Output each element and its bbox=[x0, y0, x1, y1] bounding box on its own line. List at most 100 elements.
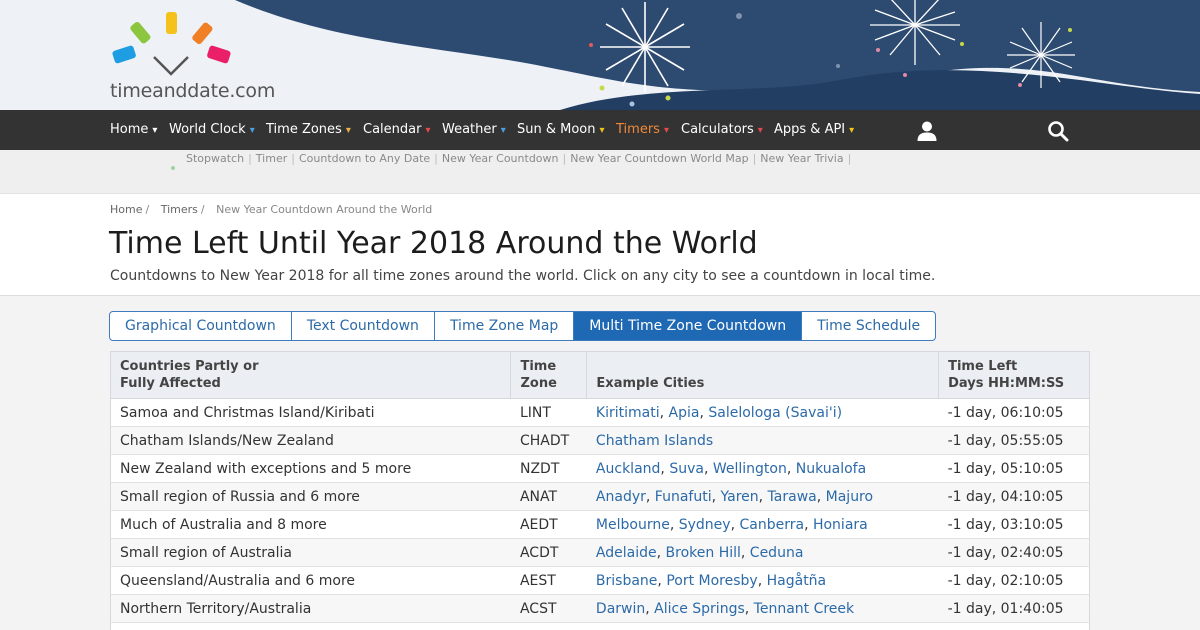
tab-text-countdown[interactable]: Text Countdown bbox=[292, 312, 435, 340]
city-separator: , bbox=[816, 488, 826, 505]
city-link[interactable]: Broken Hill bbox=[666, 545, 741, 561]
cities-cell: Melbourne, Sydney, Canberra, Honiara bbox=[586, 510, 939, 539]
chevron-down-icon: ▾ bbox=[425, 125, 431, 136]
city-link[interactable]: Sydney bbox=[679, 517, 731, 533]
tab-graphical-countdown[interactable]: Graphical Countdown bbox=[110, 312, 292, 340]
city-link[interactable]: Canberra bbox=[739, 517, 804, 533]
subnav-item-timer[interactable]: Timer bbox=[256, 152, 287, 165]
city-link[interactable]: Darwin bbox=[596, 601, 645, 617]
subnav-item-new-year-countdown[interactable]: New Year Countdown bbox=[442, 152, 559, 165]
city-separator: , bbox=[703, 460, 713, 477]
tab-multi-time-zone-countdown[interactable]: Multi Time Zone Countdown bbox=[574, 312, 803, 340]
city-link[interactable]: Funafuti bbox=[655, 489, 712, 505]
breadcrumb-timers[interactable]: Timers bbox=[161, 203, 198, 216]
city-separator: , bbox=[669, 516, 679, 533]
breadcrumb-separator: / bbox=[200, 203, 205, 216]
nav-item-world-clock[interactable]: World Clock ▾ bbox=[169, 110, 255, 150]
nav-item-calendar[interactable]: Calendar ▾ bbox=[363, 110, 431, 150]
nav-item-weather[interactable]: Weather ▾ bbox=[442, 110, 506, 150]
subnav-item-stopwatch[interactable]: Stopwatch bbox=[186, 152, 244, 165]
city-link[interactable]: Salelologa (Savai'i) bbox=[708, 405, 842, 421]
nav-label: Sun & Moon bbox=[517, 122, 596, 137]
city-link[interactable]: Wellington bbox=[713, 461, 787, 477]
nav-label: Timers bbox=[616, 122, 660, 137]
nav-label: World Clock bbox=[169, 122, 246, 137]
country-cell: Much of Australia and 8 more bbox=[109, 510, 511, 539]
city-link[interactable]: Alice Springs bbox=[654, 601, 745, 617]
subnav-item-new-year-trivia[interactable]: New Year Trivia bbox=[760, 152, 843, 165]
header-left-line1: Time Left bbox=[948, 359, 1018, 374]
tab-time-schedule[interactable]: Time Schedule bbox=[802, 312, 935, 340]
city-link[interactable]: Yaren bbox=[721, 489, 759, 505]
breadcrumb-home[interactable]: Home bbox=[110, 203, 142, 216]
subnav-separator: | bbox=[434, 152, 438, 165]
table-row: Much of Australia and 8 more AEDT Melbourn… bbox=[109, 510, 1090, 539]
city-link[interactable]: Suva bbox=[669, 461, 704, 477]
nav-item-home[interactable]: Home ▾ bbox=[110, 110, 157, 150]
chevron-down-icon: ▾ bbox=[500, 125, 506, 136]
zone-cell: ACDT bbox=[510, 538, 587, 567]
subnav-list: Stopwatch | Timer | Countdown to Any Date | Ne… bbox=[186, 152, 855, 165]
table-row: Chatham Islands/New Zealand CHADT Chatham … bbox=[109, 426, 1090, 455]
subnav-item-countdown-any-date[interactable]: Countdown to Any Date bbox=[299, 152, 430, 165]
table-body: Samoa and Christmas Island/Kiribati LINT K… bbox=[109, 398, 1090, 630]
header-countries-line1: Countries Partly or bbox=[120, 359, 259, 374]
breadcrumb-separator: / bbox=[145, 203, 150, 216]
city-separator: , bbox=[744, 600, 754, 617]
main-nav: Home ▾ World Clock ▾ Time Zones ▾ Calendar ▾… bbox=[0, 110, 1200, 150]
site-logo[interactable]: timeanddate.com bbox=[110, 10, 285, 102]
header-left-line2: Days HH:MM:SS bbox=[948, 376, 1065, 391]
zone-cell: AEDT bbox=[510, 510, 587, 539]
table-row: Northern Territory/Australia ACST Darwin, … bbox=[109, 594, 1090, 623]
city-link[interactable]: Apia bbox=[669, 405, 700, 421]
cities-cell: Eucla bbox=[586, 622, 939, 630]
nav-item-calculators[interactable]: Calculators ▾ bbox=[681, 110, 763, 150]
city-link[interactable]: Nukualofa bbox=[796, 461, 866, 477]
cities-cell: Darwin, Alice Springs, Tennant Creek bbox=[586, 594, 939, 623]
user-icon[interactable] bbox=[916, 120, 938, 142]
chevron-down-icon: ▾ bbox=[152, 125, 158, 136]
search-icon[interactable] bbox=[1047, 120, 1069, 142]
city-link[interactable]: Adelaide bbox=[596, 545, 657, 561]
nav-item-time-zones[interactable]: Time Zones ▾ bbox=[266, 110, 351, 150]
city-link[interactable]: Anadyr bbox=[596, 489, 646, 505]
nav-item-timers[interactable]: Timers ▾ bbox=[616, 110, 669, 150]
country-cell: New Zealand with exceptions and 5 more bbox=[109, 454, 511, 483]
subnav-item-world-map[interactable]: New Year Countdown World Map bbox=[570, 152, 748, 165]
tab-time-zone-map[interactable]: Time Zone Map bbox=[435, 312, 575, 340]
country-cell: Queensland/Australia and 6 more bbox=[109, 566, 511, 595]
table-row: Samoa and Christmas Island/Kiribati LINT K… bbox=[109, 398, 1090, 427]
chevron-down-icon: ▾ bbox=[345, 125, 351, 136]
city-link[interactable]: Hagåtña bbox=[767, 573, 827, 589]
time-left-cell: -1 day, 02:40:05 bbox=[938, 538, 1090, 567]
subnav-separator: | bbox=[847, 152, 852, 165]
header-zone-line2: Zone bbox=[520, 376, 557, 391]
chevron-down-icon: ▾ bbox=[249, 125, 255, 136]
subnav-separator: | bbox=[291, 152, 295, 165]
city-link[interactable]: Melbourne bbox=[596, 517, 670, 533]
nav-item-apps-api[interactable]: Apps & API ▾ bbox=[774, 110, 854, 150]
country-cell: Chatham Islands/New Zealand bbox=[109, 426, 511, 455]
cities-cell: Auckland, Suva, Wellington, Nukualofa bbox=[586, 454, 939, 483]
city-link[interactable]: Ceduna bbox=[750, 545, 804, 561]
time-left-cell: -1 day, 01:40:05 bbox=[938, 594, 1090, 623]
header-zone: Time Zone bbox=[510, 351, 588, 399]
city-link[interactable]: Auckland bbox=[596, 461, 660, 477]
sub-nav: Stopwatch | Timer | Countdown to Any Date | Ne… bbox=[0, 150, 1200, 194]
city-link[interactable]: Brisbane bbox=[596, 573, 658, 589]
chevron-down-icon: ▾ bbox=[599, 125, 605, 136]
chevron-down-icon: ▾ bbox=[757, 125, 763, 136]
city-link[interactable]: Majuro bbox=[826, 489, 873, 505]
city-separator: , bbox=[786, 460, 796, 477]
city-link[interactable]: Honiara bbox=[813, 517, 868, 533]
city-separator: , bbox=[711, 488, 721, 505]
city-link[interactable]: Tennant Creek bbox=[754, 601, 854, 617]
city-link[interactable]: Tarawa bbox=[768, 489, 817, 505]
time-left-cell: -1 day, 06:10:05 bbox=[938, 398, 1090, 427]
nav-item-sun-moon[interactable]: Sun & Moon ▾ bbox=[517, 110, 605, 150]
cities-cell: Kiritimati, Apia, Salelologa (Savai'i) bbox=[586, 398, 939, 427]
city-link[interactable]: Port Moresby bbox=[666, 573, 757, 589]
page-intro: Countdowns to New Year 2018 for all time… bbox=[110, 268, 936, 284]
city-link[interactable]: Kiritimati bbox=[596, 405, 660, 421]
city-link[interactable]: Chatham Islands bbox=[596, 433, 713, 449]
